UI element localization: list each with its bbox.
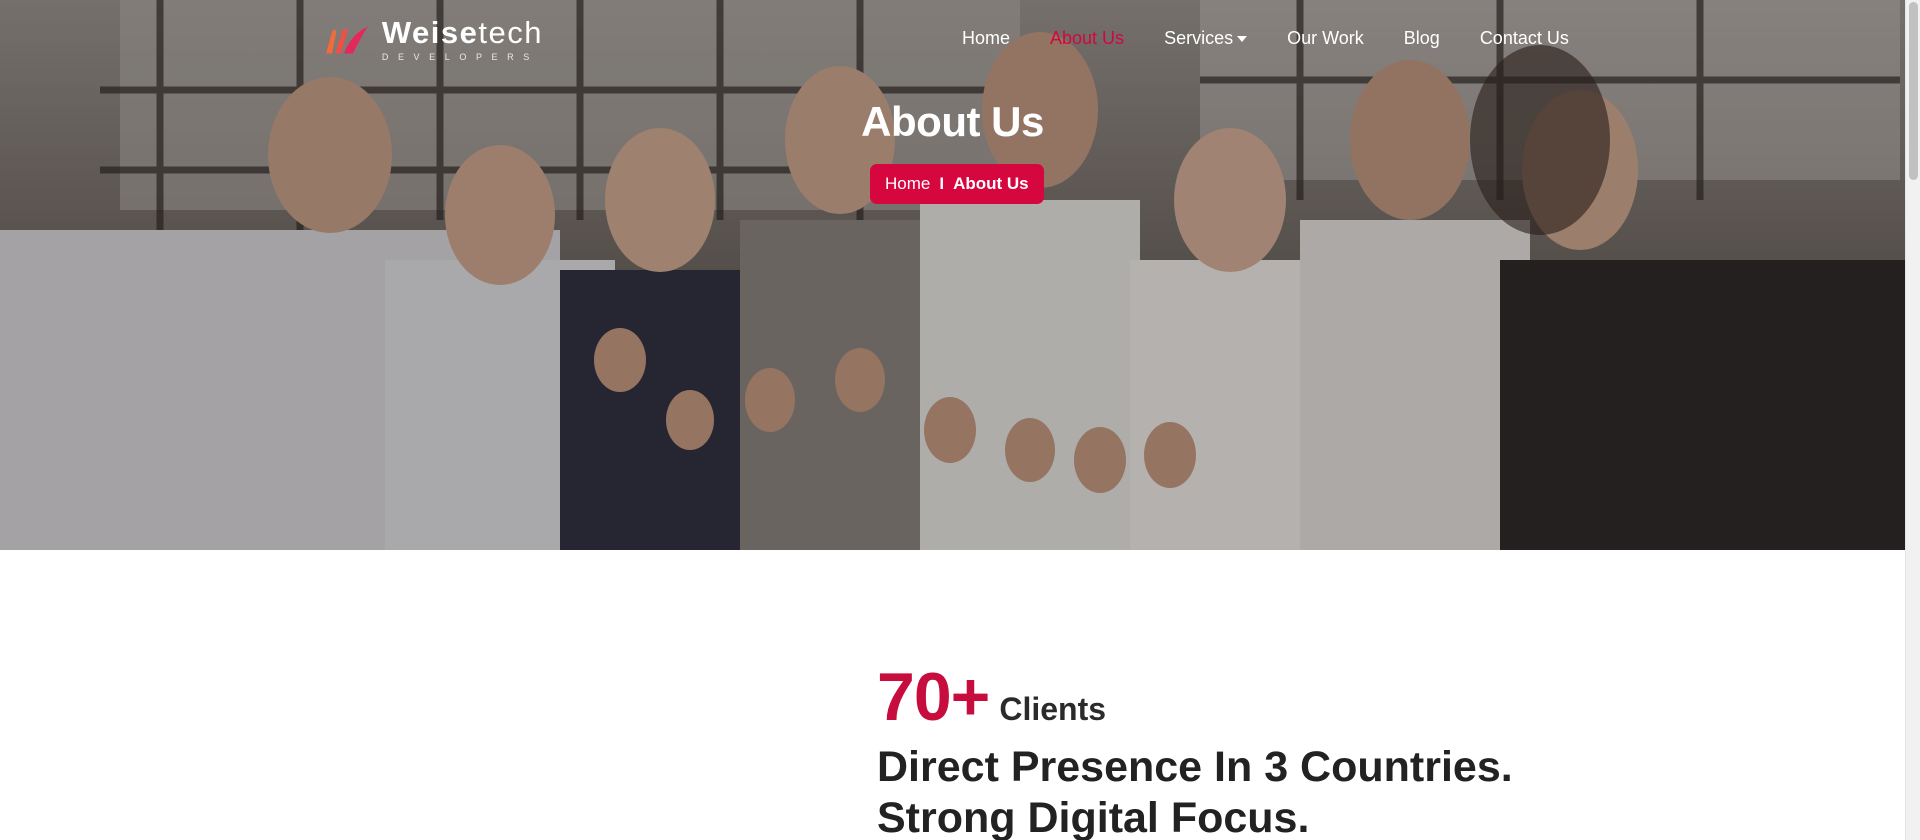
nav-item-services[interactable]: Services [1164, 28, 1248, 49]
about-content: 70+ Clients Direct Presence In 3 Countri… [0, 550, 1905, 840]
brand-wordmark: Weisetech DEVELOPERS [381, 15, 543, 62]
nav-menu: Home About Us Services Our Work Blog Con… [962, 28, 1609, 49]
nav-item-home[interactable]: Home [962, 28, 1010, 49]
page-scrollbar[interactable] [1905, 0, 1920, 840]
about-headline: Direct Presence In 3 Countries. Strong D… [877, 742, 1577, 840]
clients-label: Clients [999, 691, 1107, 727]
brand-name: Weisetech [381, 15, 543, 50]
breadcrumb-separator: I [939, 174, 945, 193]
headline-line-2: Strong Digital Focus. [877, 794, 1310, 840]
caret-down-icon [1237, 35, 1248, 42]
clients-stat: 70+ Clients [877, 658, 1106, 736]
breadcrumb-current: About Us [953, 174, 1029, 193]
breadcrumb-home-link[interactable]: Home [885, 174, 930, 194]
headline-line-1: Direct Presence In 3 Countries. [877, 743, 1513, 791]
clients-count: 70+ [877, 659, 990, 735]
main-navbar: Weisetech DEVELOPERS Home About Us Servi… [0, 0, 1905, 84]
hero-banner: Weisetech DEVELOPERS Home About Us Servi… [0, 0, 1905, 550]
scrollbar-thumb[interactable] [1909, 2, 1918, 180]
nav-item-our-work[interactable]: Our Work [1287, 28, 1364, 49]
page: Weisetech DEVELOPERS Home About Us Servi… [0, 0, 1920, 840]
nav-item-contact-us[interactable]: Contact Us [1480, 28, 1569, 49]
weisetech-logo-icon [325, 26, 368, 54]
brand-logo[interactable]: Weisetech DEVELOPERS [323, 16, 543, 64]
page-title: About Us [861, 98, 1044, 145]
nav-item-blog[interactable]: Blog [1404, 28, 1440, 49]
brand-tagline: DEVELOPERS [381, 52, 539, 62]
nav-item-about-us[interactable]: About Us [1050, 28, 1124, 49]
breadcrumb: Home I About Us [870, 164, 1044, 204]
